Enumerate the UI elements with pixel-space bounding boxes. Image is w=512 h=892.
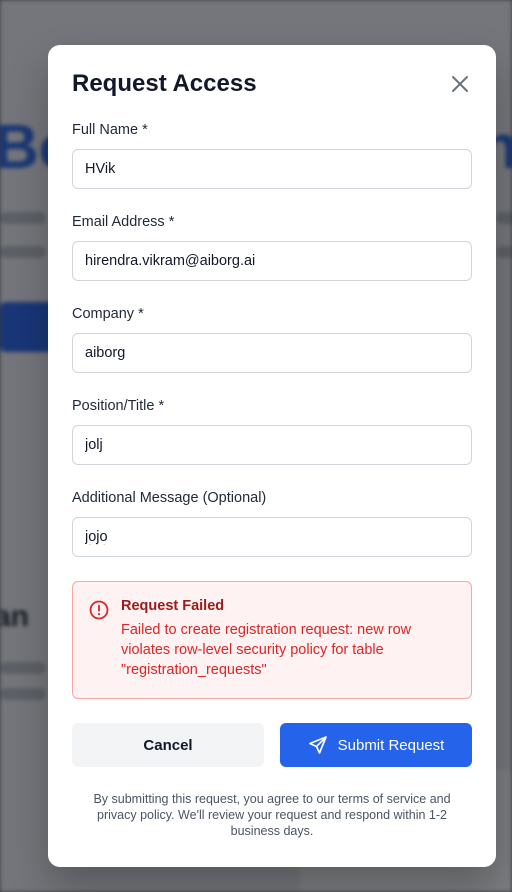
- cancel-button-label: Cancel: [143, 736, 193, 754]
- message-label: Additional Message (Optional): [72, 490, 267, 506]
- error-text: Request Failed Failed to create registra…: [121, 598, 455, 698]
- full-name-label: Full Name *: [72, 122, 148, 138]
- error-title: Request Failed: [121, 598, 225, 614]
- submit-request-button[interactable]: Submit Request: [280, 723, 472, 767]
- email-input[interactable]: [72, 241, 472, 281]
- send-icon: [308, 736, 327, 754]
- message-input[interactable]: [72, 517, 472, 557]
- position-input[interactable]: [72, 425, 472, 465]
- modal-title: Request Access: [72, 70, 257, 97]
- email-label: Email Address *: [72, 214, 175, 230]
- submit-button-label: Submit Request: [337, 736, 445, 754]
- alert-circle-icon: [89, 600, 109, 620]
- close-icon: [452, 76, 468, 92]
- position-field: Position/Title *: [72, 397, 472, 465]
- request-access-modal: Request Access Full Name * Email Address…: [48, 45, 496, 867]
- modal-header: Request Access: [72, 69, 472, 99]
- error-alert: Request Failed Failed to create registra…: [72, 581, 472, 699]
- error-icon-wrap: [89, 598, 109, 698]
- full-name-field: Full Name *: [72, 121, 472, 189]
- company-label: Company *: [72, 306, 144, 322]
- message-field: Additional Message (Optional): [72, 489, 472, 557]
- position-label: Position/Title *: [72, 398, 165, 414]
- terms-footnote: By submitting this request, you agree to…: [93, 792, 451, 838]
- cancel-button[interactable]: Cancel: [72, 723, 264, 767]
- email-field: Email Address *: [72, 213, 472, 281]
- close-button[interactable]: [448, 72, 472, 96]
- modal-actions: Cancel Submit Request: [72, 723, 472, 767]
- error-message: Failed to create registration request: n…: [121, 622, 412, 678]
- full-name-input[interactable]: [72, 149, 472, 189]
- company-field: Company *: [72, 305, 472, 373]
- company-input[interactable]: [72, 333, 472, 373]
